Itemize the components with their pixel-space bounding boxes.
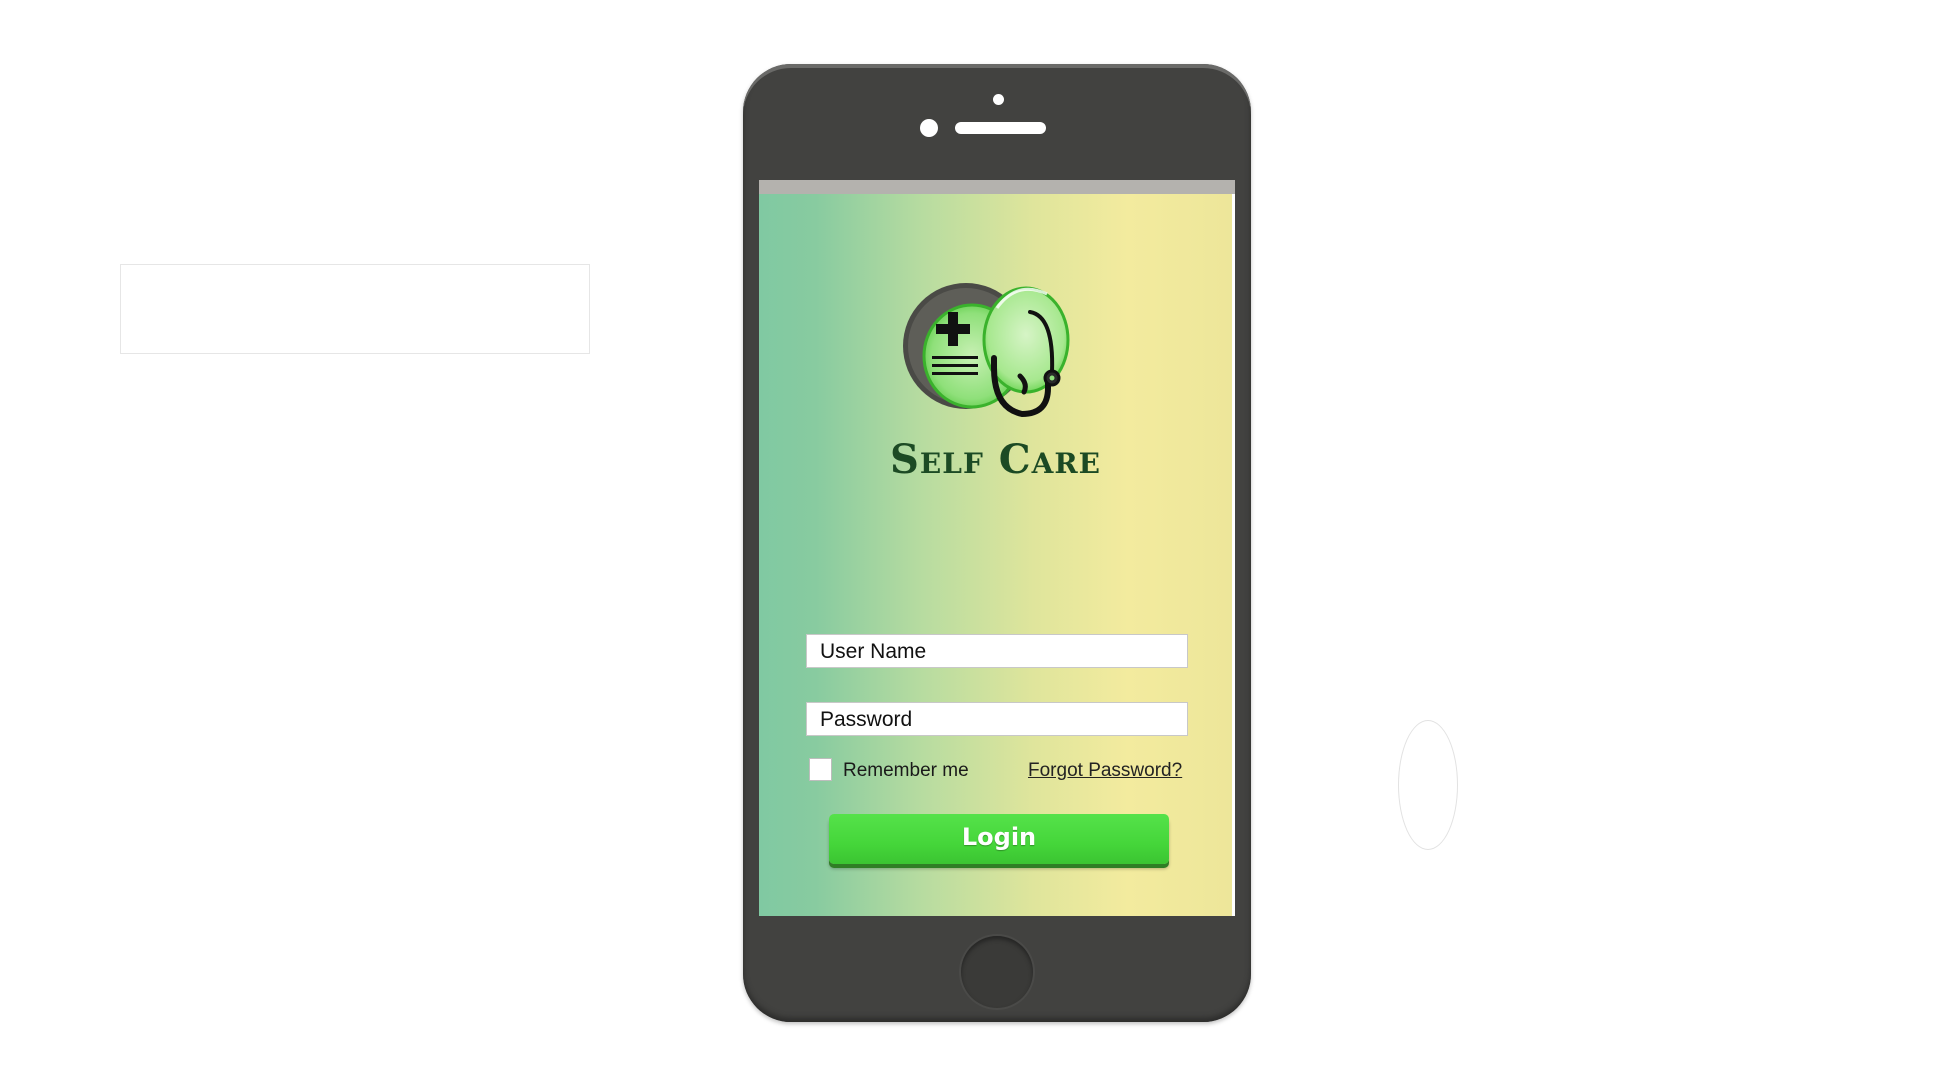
placeholder-box xyxy=(120,264,590,354)
status-bar xyxy=(759,180,1235,194)
phone-frame: Self Care User Name Password Remember me… xyxy=(743,64,1251,1022)
password-input[interactable]: Password xyxy=(806,702,1188,736)
home-button[interactable] xyxy=(961,936,1033,1008)
sensor-dot xyxy=(993,94,1004,105)
login-screen: Self Care User Name Password Remember me… xyxy=(759,194,1232,916)
phone-screen: Self Care User Name Password Remember me… xyxy=(759,180,1235,916)
username-input[interactable]: User Name xyxy=(806,634,1188,668)
earpiece-speaker xyxy=(955,122,1046,134)
remember-me-checkbox[interactable] xyxy=(809,758,832,781)
app-title: Self Care xyxy=(890,436,1101,483)
medical-logo-icon xyxy=(903,283,1070,418)
remember-me-label: Remember me xyxy=(843,760,969,781)
forgot-password-link[interactable]: Forgot Password? xyxy=(1028,760,1182,782)
placeholder-oval xyxy=(1398,720,1458,850)
front-camera xyxy=(920,119,938,137)
login-button[interactable]: Login xyxy=(829,814,1169,864)
